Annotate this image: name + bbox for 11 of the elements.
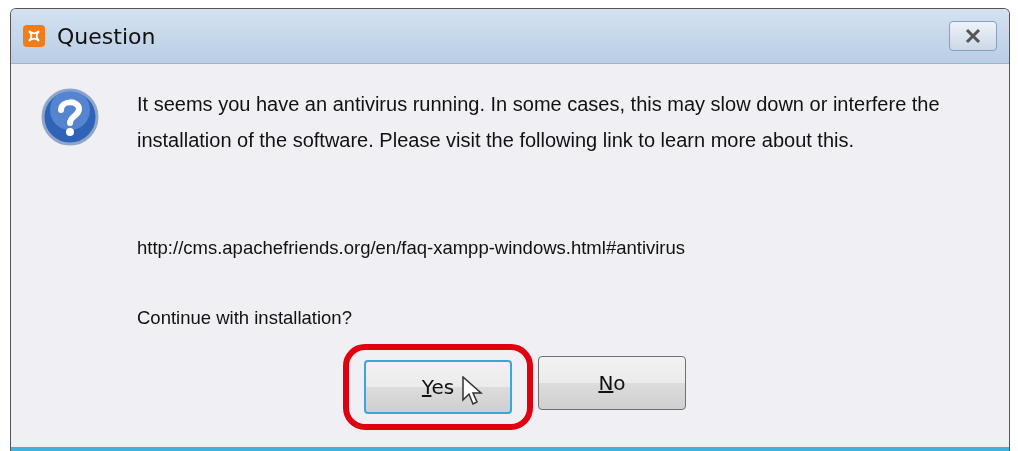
question-icon bbox=[41, 88, 99, 146]
window-title: Question bbox=[57, 23, 157, 49]
close-icon bbox=[964, 28, 982, 44]
question-text: Continue with installation? bbox=[137, 306, 353, 330]
close-button[interactable] bbox=[949, 21, 997, 51]
cursor-icon bbox=[462, 376, 484, 408]
message-text: It seems you have an antivirus running. In some cases, this may slow down or interfere the installation of the software. Please visit the following link to learn more about this. bbox=[137, 92, 941, 153]
dialog-button[interactable]: No bbox=[538, 356, 686, 410]
dialog-button[interactable]: Yes bbox=[364, 360, 512, 414]
app-icon bbox=[23, 25, 45, 47]
link-text: http://cms.apachefriends.org/en/faq-xampp-windows.html#antivirus bbox=[137, 236, 687, 260]
